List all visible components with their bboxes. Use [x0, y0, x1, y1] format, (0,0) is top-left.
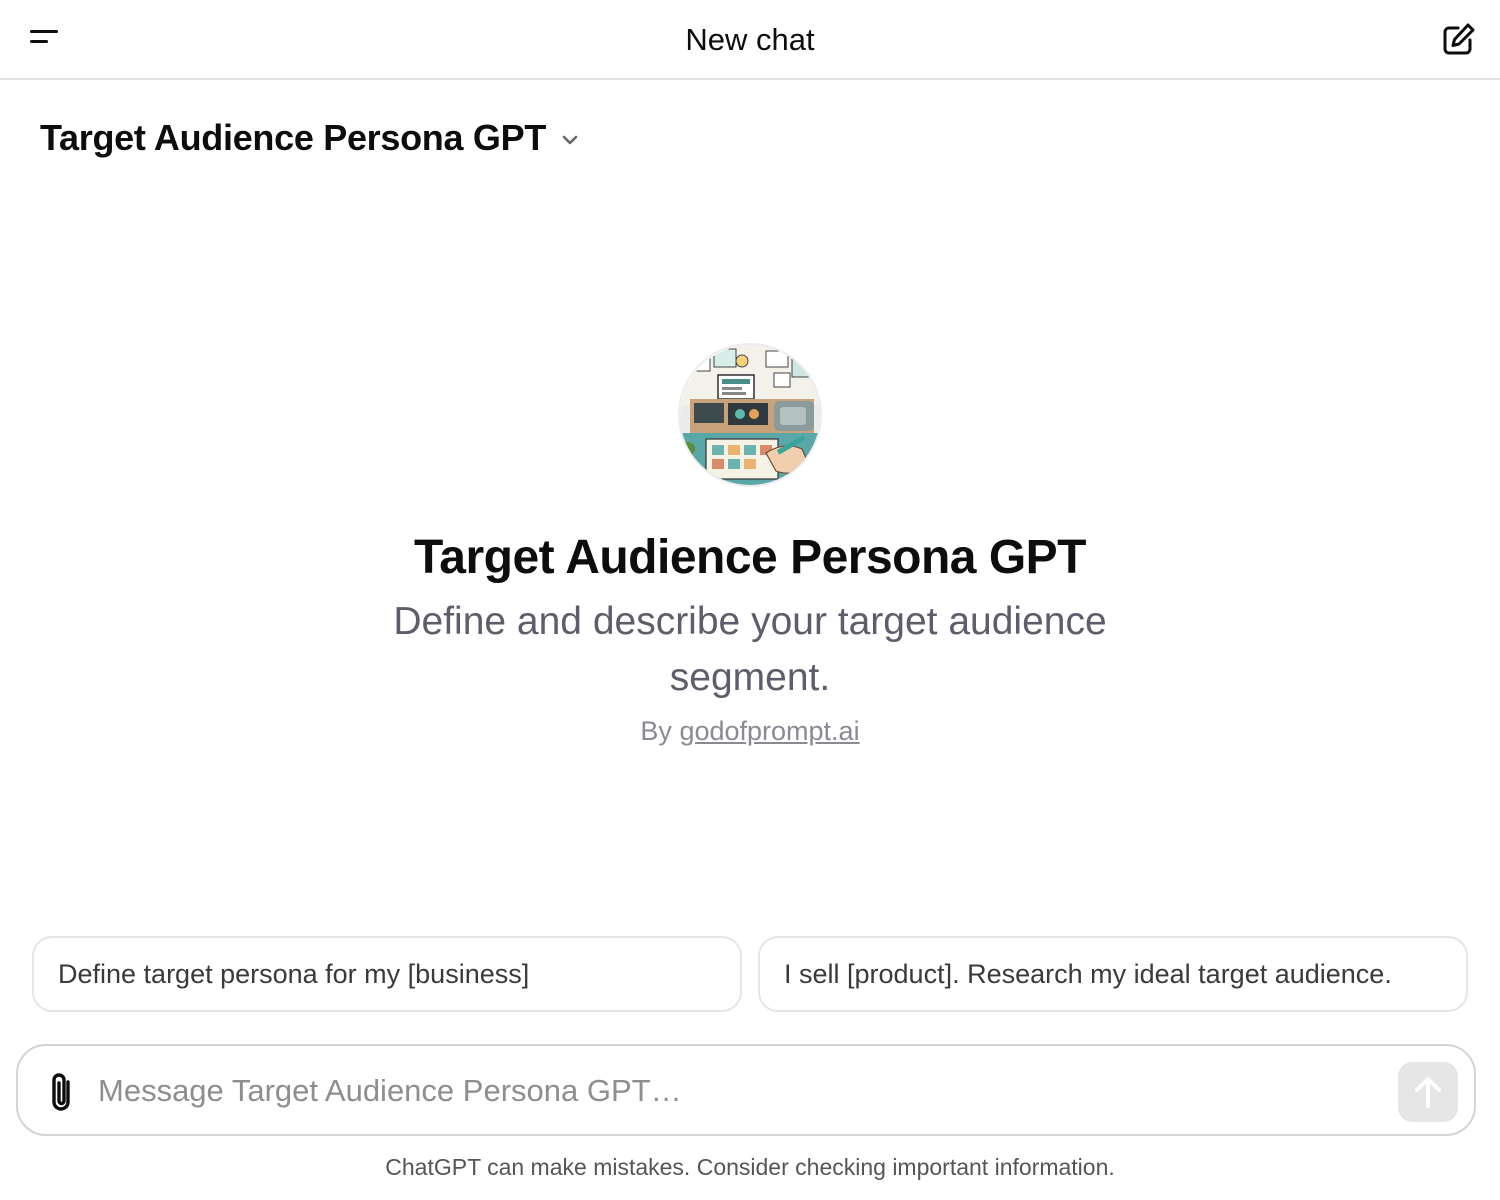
compose-icon — [1443, 23, 1475, 55]
gpt-selector-label: Target Audience Persona GPT — [40, 117, 547, 158]
gpt-author-line: By godofprompt.ai — [0, 716, 1500, 747]
attach-button[interactable] — [42, 1070, 82, 1114]
starter-label: Define target persona for my [business] — [58, 958, 530, 989]
top-bar: New chat — [0, 0, 1500, 80]
gpt-selector[interactable]: Target Audience Persona GPT — [40, 114, 580, 162]
message-composer — [16, 1044, 1476, 1136]
author-link[interactable]: godofprompt.ai — [679, 716, 859, 746]
message-input[interactable] — [98, 1064, 1388, 1118]
send-button[interactable] — [1398, 1062, 1458, 1122]
starter-label: I sell [product]. Research my ideal targ… — [784, 958, 1392, 989]
gpt-avatar-image — [678, 343, 822, 487]
arrow-up-icon — [1415, 1077, 1441, 1108]
gpt-description: Define and describe your target audience… — [393, 600, 1107, 699]
chevron-down-icon — [562, 135, 578, 145]
disclaimer-text: ChatGPT can make mistakes. Consider chec… — [385, 1154, 1115, 1180]
new-chat-button[interactable] — [1438, 20, 1478, 60]
conversation-starter[interactable]: Define target persona for my [business] — [32, 936, 742, 1012]
paperclip-icon — [52, 1073, 70, 1111]
page-title: New chat — [685, 22, 815, 57]
gpt-title: Target Audience Persona GPT — [414, 531, 1087, 584]
author-prefix: By — [640, 716, 672, 746]
conversation-starter[interactable]: I sell [product]. Research my ideal targ… — [758, 936, 1468, 1012]
